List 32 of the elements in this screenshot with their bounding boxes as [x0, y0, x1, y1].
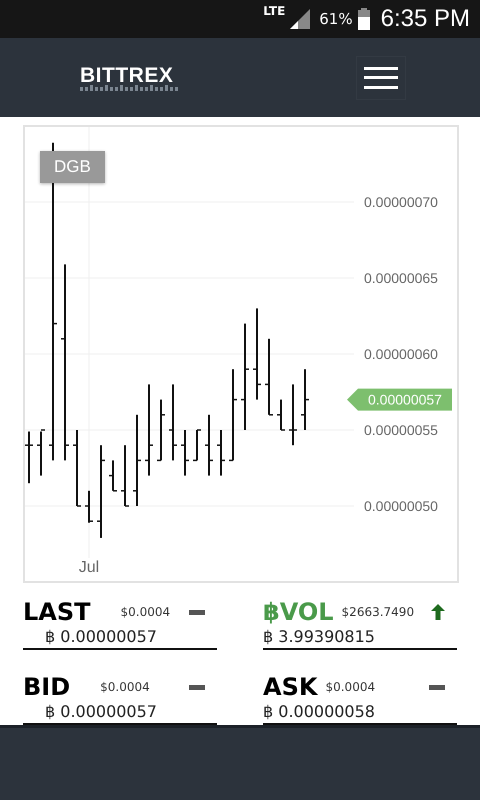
axis-label: 0.00000065 — [364, 270, 438, 286]
menu-icon — [364, 66, 398, 89]
signal-icon — [290, 8, 310, 29]
btc-price: ฿ 3.99390815 — [263, 627, 376, 646]
battery-percent: 61% — [319, 10, 353, 28]
logo: BITTREX — [80, 64, 174, 88]
axis-label: 0.00000070 — [364, 194, 438, 210]
dash-icon — [429, 684, 445, 690]
clock: 6:35 PM — [380, 4, 470, 33]
menu-button[interactable] — [356, 56, 406, 100]
price-tag: 0.00000057 — [347, 388, 452, 411]
axis-label: Jul — [78, 559, 100, 576]
axis-label: 0.00000055 — [364, 422, 438, 438]
btc-price: ฿ 0.00000057 — [44, 627, 158, 646]
usd-price: $0.0004 — [120, 605, 172, 620]
usd-price: $0.0004 — [100, 680, 151, 694]
battery-icon — [358, 8, 370, 30]
dash-icon — [189, 684, 205, 690]
usd-price: $0.0004 — [325, 680, 376, 694]
stat-label: BID — [23, 673, 70, 702]
symbol-label: DGB — [40, 151, 105, 184]
network-type: LTE — [263, 4, 286, 18]
stat-label: ASK — [263, 673, 318, 702]
axis-label: 0.00000050 — [364, 498, 438, 514]
axis-label: 0.00000060 — [364, 346, 438, 362]
arrow-up-icon — [431, 604, 445, 620]
usd-price: $2663.7490 — [342, 605, 416, 620]
btc-price: ฿ 0.00000058 — [263, 702, 376, 722]
btc-price: ฿ 0.00000057 — [44, 702, 158, 722]
stat-label: LAST — [23, 598, 91, 626]
dash-icon — [189, 610, 205, 615]
stat-label: ฿VOL — [263, 598, 334, 626]
